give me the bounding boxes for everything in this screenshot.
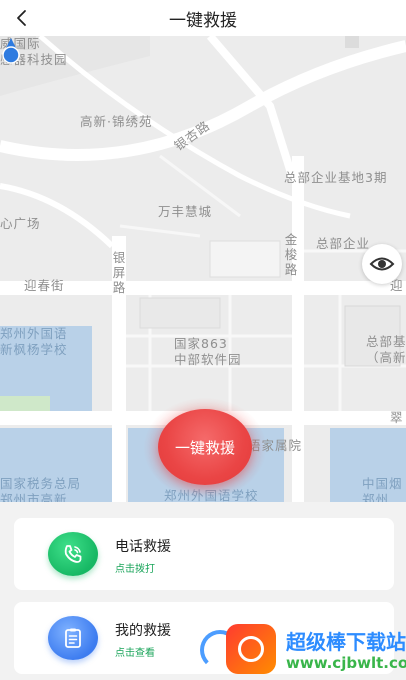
map-label-jinqiao-road: 金梭路 bbox=[284, 232, 298, 277]
watermark-logo-icon bbox=[226, 624, 276, 674]
phone-icon bbox=[64, 545, 82, 563]
map-label-zhengzhou-school: 郑州外国语 新枫杨学校 bbox=[0, 326, 68, 357]
location-pin-icon bbox=[2, 38, 20, 64]
one-key-rescue-button[interactable]: 一键救援 bbox=[158, 409, 252, 485]
phone-rescue-card[interactable]: 电话救援 点击拨打 bbox=[14, 518, 394, 590]
clipboard-icon bbox=[65, 628, 81, 648]
page-title: 一键救援 bbox=[169, 11, 237, 31]
locate-button[interactable] bbox=[362, 244, 402, 284]
map-label-national-863: 国家863 中部软件园 bbox=[174, 336, 242, 367]
site-watermark: 超级棒下载站 www.cjbwlt.com bbox=[200, 620, 406, 680]
my-rescue-title: 我的救援 bbox=[115, 623, 171, 639]
map-label-tax-bureau: 国家税务总局 郑州市高新 bbox=[0, 476, 82, 502]
map-label-yingping-road: 银屏路 bbox=[112, 250, 126, 295]
map-label-china-right: 中国烟 郑州 bbox=[362, 476, 403, 502]
watermark-name: 超级棒下载站 bbox=[286, 630, 406, 654]
map-label-center-plaza: 心广场 bbox=[0, 216, 41, 231]
phone-rescue-title: 电话救援 bbox=[115, 539, 171, 555]
map-label-cui: 翠 bbox=[390, 410, 404, 425]
map-label-hq-base3: 总部企业基地3期 bbox=[284, 170, 388, 185]
watermark-url: www.cjbwlt.com bbox=[286, 654, 406, 672]
map-label-wanfeng: 万丰慧城 bbox=[158, 204, 213, 219]
map-label-gaoxin: 高新·锦绣苑 bbox=[80, 114, 153, 129]
phone-icon-badge bbox=[48, 532, 98, 576]
eye-locate-icon bbox=[369, 257, 395, 271]
top-bar: 一键救援 bbox=[0, 0, 406, 36]
watermark-logo-ring bbox=[238, 636, 264, 662]
my-rescue-subtitle: 点击查看 bbox=[115, 648, 155, 659]
map-label-hq-right: 总部基 （高新 bbox=[366, 334, 406, 365]
phone-rescue-subtitle: 点击拨打 bbox=[115, 564, 155, 575]
clipboard-icon-badge bbox=[48, 616, 98, 660]
map-label-yingchun-street: 迎春街 bbox=[24, 278, 65, 293]
